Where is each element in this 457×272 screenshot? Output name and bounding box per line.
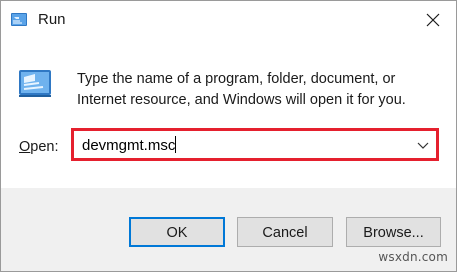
chevron-down-icon: [417, 142, 429, 149]
run-icon: [17, 65, 53, 101]
open-label-accelerator: O: [19, 139, 31, 155]
browse-button[interactable]: Browse...: [346, 217, 441, 247]
open-combobox[interactable]: devmgmt.msc: [71, 128, 439, 161]
description-text: Type the name of a program, folder, docu…: [77, 71, 406, 108]
cancel-button[interactable]: Cancel: [237, 217, 333, 247]
close-button[interactable]: [410, 1, 456, 39]
open-label: Open:: [19, 138, 59, 156]
open-input[interactable]: devmgmt.msc: [82, 136, 177, 155]
text-caret: [175, 136, 177, 153]
window-title: Run: [38, 11, 66, 28]
open-input-value: devmgmt.msc: [82, 137, 176, 154]
watermark: wsxdn.com: [378, 250, 448, 264]
dropdown-button[interactable]: [416, 139, 430, 151]
run-icon: [10, 11, 28, 29]
ok-button[interactable]: OK: [129, 217, 225, 247]
open-label-rest: pen:: [30, 139, 59, 155]
title-bar[interactable]: Run: [1, 1, 456, 39]
close-icon: [426, 13, 440, 27]
button-bar: OK Cancel Browse... wsxdn.com: [1, 188, 456, 271]
run-dialog: Run Type the name of a program, folder, …: [0, 0, 457, 272]
dialog-content: Type the name of a program, folder, docu…: [1, 39, 456, 188]
